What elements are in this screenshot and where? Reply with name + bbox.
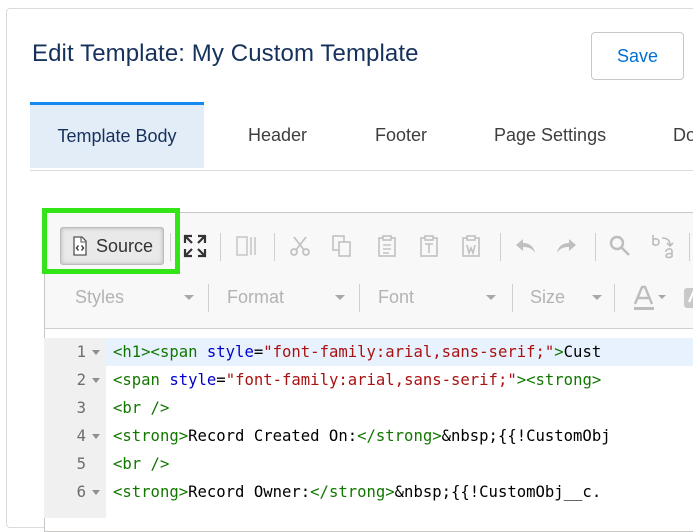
- page-title: Edit Template: My Custom Template: [32, 40, 419, 67]
- format-dropdown-label: Format: [227, 286, 285, 307]
- toolbar-separator: [220, 233, 221, 261]
- tab-do[interactable]: Do: [673, 102, 693, 168]
- code-line[interactable]: 5 <br />: [44, 450, 693, 478]
- paste-icon[interactable]: [376, 234, 400, 258]
- tab-template-body[interactable]: Template Body: [30, 102, 204, 168]
- cut-icon[interactable]: [288, 234, 312, 258]
- code-line-text: <h1><span style="font-family:arial,sans-…: [106, 338, 693, 366]
- tab-page-settings[interactable]: Page Settings: [494, 102, 606, 168]
- source-icon: [73, 236, 87, 256]
- code-line-text: <br />: [113, 399, 170, 417]
- fold-toggle-icon[interactable]: [92, 434, 100, 439]
- tab-bar: Template Body Header Footer Page Setting…: [30, 102, 693, 171]
- line-number: 1: [76, 343, 86, 361]
- chevron-down-icon: [335, 295, 345, 300]
- code-line[interactable]: 1 <h1><span style="font-family:arial,sans…: [44, 338, 693, 366]
- text-color-icon[interactable]: [632, 284, 668, 312]
- redo-icon[interactable]: [555, 234, 579, 258]
- source-button-label: Source: [96, 235, 154, 256]
- toolbar-separator: [208, 284, 209, 312]
- code-line[interactable]: 4 <strong>Record Created On:</strong>&nbs…: [44, 422, 693, 450]
- toolbar-separator: [689, 233, 690, 261]
- code-line[interactable]: 3 <br />: [44, 394, 693, 422]
- toolbar-separator: [595, 233, 596, 261]
- source-code-area[interactable]: 1 <h1><span style="font-family:arial,sans…: [44, 338, 693, 518]
- fold-toggle-icon[interactable]: [92, 378, 100, 383]
- size-dropdown[interactable]: Size: [530, 283, 606, 311]
- toolbar-separator: [500, 233, 501, 261]
- font-dropdown-label: Font: [378, 286, 415, 307]
- copy-icon[interactable]: [330, 234, 354, 258]
- code-line-text: <br />: [113, 455, 170, 473]
- styles-dropdown-label: Styles: [75, 286, 125, 307]
- line-number: 5: [76, 455, 86, 473]
- replace-icon[interactable]: [650, 232, 678, 260]
- code-line[interactable]: 6 <strong>Record Owner:</strong>&nbsp;{{!…: [44, 478, 693, 506]
- toolbar-separator: [170, 233, 171, 261]
- tab-footer[interactable]: Footer: [375, 102, 427, 168]
- toolbar-separator: [614, 284, 615, 312]
- code-line-text: <strong>Record Created On:</strong>&nbsp…: [113, 427, 611, 445]
- size-dropdown-label: Size: [530, 286, 566, 307]
- format-dropdown[interactable]: Format: [227, 283, 349, 311]
- fold-toggle-icon[interactable]: [92, 490, 100, 495]
- code-line-text: <span style="font-family:arial,sans-seri…: [113, 371, 602, 389]
- line-number: 2: [76, 371, 86, 389]
- chevron-down-icon: [184, 295, 194, 300]
- paste-text-icon[interactable]: [418, 234, 442, 258]
- line-number: 3: [76, 399, 86, 417]
- code-line-text: <strong>Record Owner:</strong>&nbsp;{{!C…: [113, 483, 602, 501]
- toolbar-separator: [512, 284, 513, 312]
- save-button[interactable]: Save: [591, 32, 684, 80]
- code-line[interactable]: 2 <span style="font-family:arial,sans-ser…: [44, 366, 693, 394]
- fold-toggle-icon[interactable]: [92, 350, 100, 355]
- styles-dropdown[interactable]: Styles: [75, 283, 197, 311]
- tab-header[interactable]: Header: [248, 102, 307, 168]
- source-button[interactable]: Source: [60, 227, 164, 265]
- toolbar-separator: [274, 233, 275, 261]
- line-number: 6: [76, 483, 86, 501]
- maximize-icon[interactable]: [183, 234, 207, 258]
- font-dropdown[interactable]: Font: [378, 283, 500, 311]
- line-number: 4: [76, 427, 86, 445]
- paste-word-icon[interactable]: [460, 234, 484, 258]
- chevron-down-icon: [486, 295, 496, 300]
- background-color-icon[interactable]: [683, 286, 693, 310]
- find-icon[interactable]: [608, 234, 632, 258]
- toolbar-separator: [359, 284, 360, 312]
- show-blocks-icon[interactable]: [234, 234, 258, 258]
- undo-icon[interactable]: [513, 234, 537, 258]
- chevron-down-icon: [592, 295, 602, 300]
